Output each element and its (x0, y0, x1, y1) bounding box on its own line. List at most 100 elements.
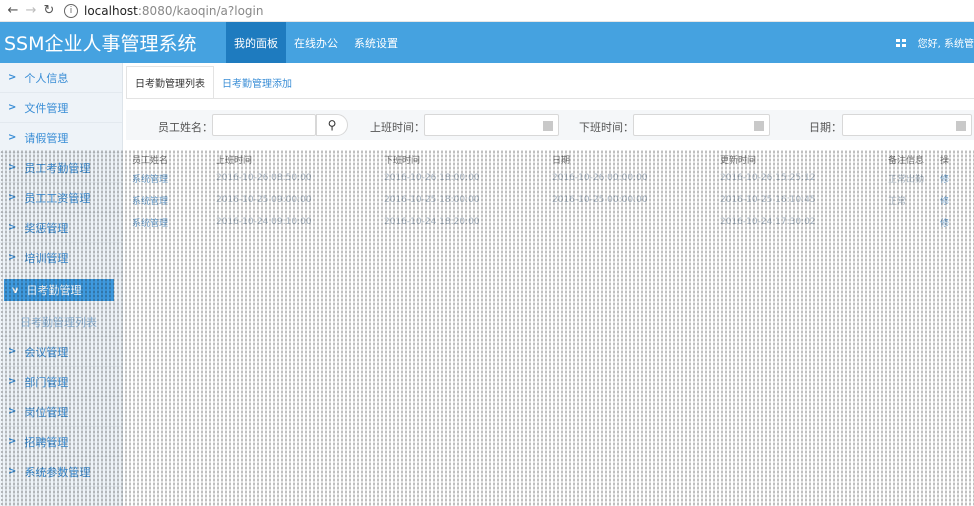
sidebar-item-leave-mgmt[interactable]: > 请假管理 (0, 123, 122, 153)
url-host: localhost (84, 3, 138, 18)
search-form: 员工姓名： ⚲ 上班时间： 下班时间： 日期： (126, 110, 974, 140)
employee-name-link[interactable]: 系统管理 (126, 194, 216, 207)
sidebar-item-label: 系统参数管理 (24, 465, 91, 479)
grid-icon[interactable] (895, 38, 906, 47)
sidebar-item-meeting-mgmt[interactable]: > 会议管理 (0, 337, 122, 367)
chevron-right-icon: > (8, 252, 17, 263)
col-header[interactable]: 下班时间 (384, 153, 552, 167)
table-row: 系统管理 2016-10-26 08:50:00 2016-10-26 18:0… (126, 167, 974, 189)
sidebar-item-label: 奖惩管理 (24, 221, 69, 235)
chevron-right-icon: > (8, 72, 17, 83)
forward-arrow-icon[interactable]: → (22, 2, 40, 20)
sidebar-item-label: 日考勤管理列表 (20, 315, 97, 329)
table-cell: 2016-10-25 09:00:00 (216, 195, 312, 205)
info-icon[interactable]: i (64, 3, 78, 18)
chevron-right-icon: > (8, 346, 17, 357)
edit-link[interactable]: 修 (940, 172, 960, 185)
sidebar-item-personal-info[interactable]: > 个人信息 (0, 63, 122, 93)
start-time-input[interactable] (424, 114, 559, 136)
employee-name-input[interactable] (212, 114, 316, 136)
sidebar-item-label: 招聘管理 (24, 435, 69, 449)
sidebar-item-attendance-mgmt[interactable]: > 员工考勤管理 (0, 153, 122, 183)
table-cell: 2016-10-24 17:30:02 (720, 217, 816, 227)
chevron-right-icon: > (8, 132, 17, 143)
sidebar-item-daily-attendance[interactable]: v 日考勤管理 (4, 279, 114, 301)
top-nav: 我的面板 在线办公 系统设置 (226, 22, 406, 63)
browser-toolbar: ← → ↻ i localhost:8080/kaoqin/a?login (0, 0, 974, 22)
search-button[interactable]: ⚲ (316, 114, 348, 136)
calendar-icon (754, 121, 764, 131)
edit-link[interactable]: 修 (940, 216, 960, 229)
app-header: SSM企业人事管理系统 我的面板 在线办公 系统设置 您好, 系统管 (0, 22, 974, 63)
sidebar-item-label: 培训管理 (24, 251, 69, 265)
sidebar-item-label: 员工工资管理 (24, 191, 91, 205)
table-cell: 2016-10-24 18:20:00 (384, 217, 480, 227)
col-header[interactable]: 员工姓名 (126, 153, 216, 167)
col-header: 操 (940, 156, 950, 166)
chevron-right-icon: > (8, 406, 17, 417)
edit-link[interactable]: 修 (940, 194, 960, 207)
table-cell: 2016-10-26 08:50:00 (216, 173, 312, 183)
sidebar-item-reward-mgmt[interactable]: > 奖惩管理 (0, 213, 122, 243)
chevron-right-icon: > (8, 222, 17, 233)
user-area: 您好, 系统管 (895, 22, 974, 63)
table-cell: 2016-10-26 18:00:00 (384, 173, 480, 183)
end-time-input[interactable] (633, 114, 770, 136)
sidebar-item-dept-mgmt[interactable]: > 部门管理 (0, 367, 122, 397)
calendar-icon (543, 121, 553, 131)
sidebar-item-training-mgmt[interactable]: > 培训管理 (0, 243, 122, 273)
chevron-right-icon: > (8, 192, 17, 203)
table-row: 系统管理 2016-10-25 09:00:00 2016-10-25 18:0… (126, 189, 974, 211)
nav-system-settings[interactable]: 系统设置 (346, 22, 406, 63)
search-icon: ⚲ (327, 118, 337, 132)
table-header: 员工姓名 上班时间 下班时间 日期 更新时间 备注信息 操 (126, 153, 974, 167)
employee-name-label: 员工姓名： (158, 121, 213, 134)
sidebar-item-recruit-mgmt[interactable]: > 招聘管理 (0, 427, 122, 457)
sidebar-item-label: 部门管理 (24, 375, 69, 389)
nav-online-office[interactable]: 在线办公 (286, 22, 346, 63)
date-input[interactable] (842, 114, 972, 136)
table-cell: 2016-10-26 00:00:00 (552, 173, 648, 183)
chevron-down-icon: v (12, 284, 19, 296)
employee-name-link[interactable]: 系统管理 (126, 172, 216, 185)
sidebar-item-sys-param-mgmt[interactable]: > 系统参数管理 (0, 457, 122, 487)
calendar-icon (956, 121, 966, 131)
back-arrow-icon[interactable]: ← (4, 2, 22, 20)
sidebar-item-label: 员工考勤管理 (24, 161, 91, 175)
sidebar-item-label: 日考勤管理 (26, 284, 82, 297)
col-header[interactable]: 日期 (552, 153, 720, 167)
col-header[interactable]: 更新时间 (720, 153, 888, 167)
user-greeting[interactable]: 您好, 系统管 (918, 35, 974, 50)
date-label: 日期： (809, 121, 842, 134)
reload-icon[interactable]: ↻ (40, 2, 58, 20)
sidebar-item-label: 文件管理 (24, 101, 69, 115)
chevron-right-icon: > (8, 436, 17, 447)
sidebar-item-label: 个人信息 (24, 71, 69, 85)
chevron-right-icon: > (8, 102, 17, 113)
employee-name-link[interactable]: 系统管理 (126, 216, 216, 229)
sidebar-subitem-daily-attendance-list[interactable]: 日考勤管理列表 (0, 307, 122, 337)
sidebar-item-post-mgmt[interactable]: > 岗位管理 (0, 397, 122, 427)
chevron-right-icon: > (8, 376, 17, 387)
chevron-right-icon: > (8, 466, 17, 477)
col-header[interactable]: 上班时间 (216, 153, 384, 167)
table-row: 系统管理 2016-10-24 09:10:00 2016-10-24 18:2… (126, 211, 974, 233)
sidebar-item-salary-mgmt[interactable]: > 员工工资管理 (0, 183, 122, 213)
address-bar[interactable]: i localhost:8080/kaoqin/a?login (64, 3, 264, 18)
sidebar-item-label: 请假管理 (24, 131, 69, 145)
nav-my-panel[interactable]: 我的面板 (226, 22, 286, 63)
table-cell: 正常出勤 (888, 174, 925, 185)
sidebar-item-label: 会议管理 (24, 345, 69, 359)
attendance-table: 员工姓名 上班时间 下班时间 日期 更新时间 备注信息 操 系统管理 2016-… (126, 153, 974, 233)
tab-attendance-add[interactable]: 日考勤管理添加 (214, 66, 300, 98)
content-tabs: 日考勤管理列表 日考勤管理添加 (126, 66, 300, 98)
tab-attendance-list[interactable]: 日考勤管理列表 (126, 66, 214, 98)
table-cell: 正常 (888, 196, 907, 207)
table-cell: 2016-10-26 15:25:12 (720, 173, 816, 183)
table-cell: 2016-10-25 16:10:45 (720, 195, 816, 205)
sidebar-item-label: 岗位管理 (24, 405, 69, 419)
end-time-label: 下班时间： (579, 121, 634, 134)
sidebar-item-file-mgmt[interactable]: > 文件管理 (0, 93, 122, 123)
start-time-label: 上班时间： (370, 121, 425, 134)
col-header[interactable]: 备注信息 (888, 153, 940, 167)
